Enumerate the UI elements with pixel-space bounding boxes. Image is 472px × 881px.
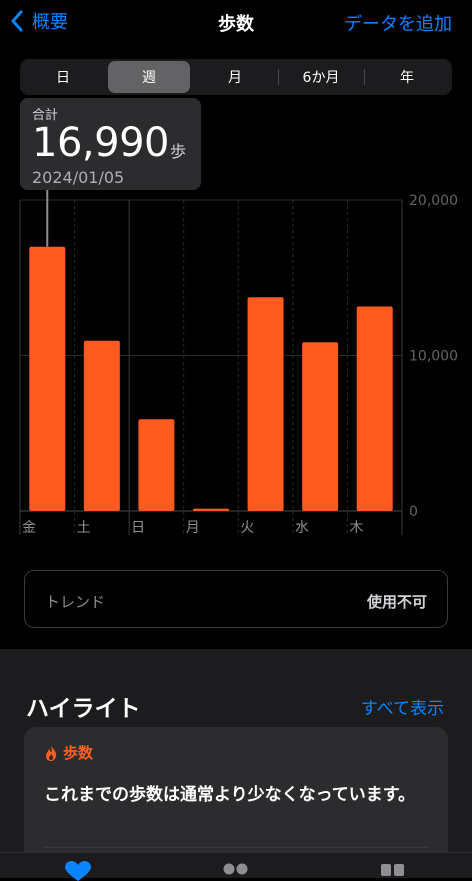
add-data-button[interactable]: データを追加 (344, 10, 452, 36)
bar-3 (193, 508, 229, 511)
x-tick-label: 土 (77, 520, 91, 536)
segment-divider (278, 69, 279, 85)
x-tick-label: 木 (349, 520, 363, 536)
highlight-text: これまでの歩数は通常より少なくなっています。 (44, 785, 416, 805)
bar-0 (29, 246, 66, 512)
segment-month[interactable]: 月 (194, 61, 276, 93)
navigation-bar: 概要 歩数 データを追加 (0, 0, 472, 44)
x-tick-label: 水 (295, 520, 309, 536)
segment-divider (364, 69, 365, 85)
sharing-icon[interactable] (222, 863, 250, 877)
segment-6-months[interactable]: 6か月 (280, 61, 362, 93)
card-divider (44, 847, 428, 848)
bar-6 (356, 306, 393, 511)
bar-4 (247, 297, 284, 511)
browse-grid-icon[interactable] (380, 863, 406, 877)
bar-2 (138, 419, 175, 511)
tab-bar (0, 852, 472, 881)
y-tick-label: 0 (409, 504, 418, 520)
highlight-card[interactable]: 歩数 これまでの歩数は通常より少なくなっています。 (24, 727, 448, 867)
tooltip-unit: 歩 (170, 142, 187, 161)
x-tick-label: 火 (240, 520, 254, 536)
trend-value: 使用不可 (366, 593, 427, 611)
y-tick-label: 20,000 (409, 193, 458, 209)
show-all-link[interactable]: すべて表示 (361, 694, 444, 719)
highlights-section: ハイライト すべて表示 歩数 これまでの歩数は通常より少なくなっています。 (0, 649, 472, 877)
segment-week[interactable]: 週 (108, 61, 190, 93)
selection-tooltip: 合計 16,990 歩 2024/01/05 (20, 98, 201, 190)
bar-5 (302, 342, 339, 511)
x-tick-label: 日 (131, 520, 145, 536)
tooltip-date: 2024/01/05 (32, 168, 125, 187)
period-segmented-control: 日 週 月 6か月 年 (20, 59, 452, 95)
y-tick-label: 10,000 (409, 349, 458, 365)
trend-row[interactable]: トレンド 使用不可 (24, 570, 448, 628)
x-tick-label: 金 (22, 520, 36, 536)
x-tick-label: 月 (186, 520, 200, 536)
steps-bar-chart[interactable]: 0 10,000 20,000 金 土 日 月 火 水 木 (0, 190, 472, 550)
bar-1 (83, 340, 120, 511)
trend-label: トレンド (45, 593, 106, 611)
segment-day[interactable]: 日 (22, 61, 104, 93)
flame-icon (46, 744, 57, 761)
highlights-title: ハイライト (26, 696, 141, 722)
highlight-card-header: 歩数 (44, 742, 93, 763)
heart-icon[interactable] (64, 861, 92, 881)
tooltip-value: 16,990 (32, 120, 169, 166)
highlight-category: 歩数 (63, 744, 94, 762)
segment-year[interactable]: 年 (366, 61, 448, 93)
